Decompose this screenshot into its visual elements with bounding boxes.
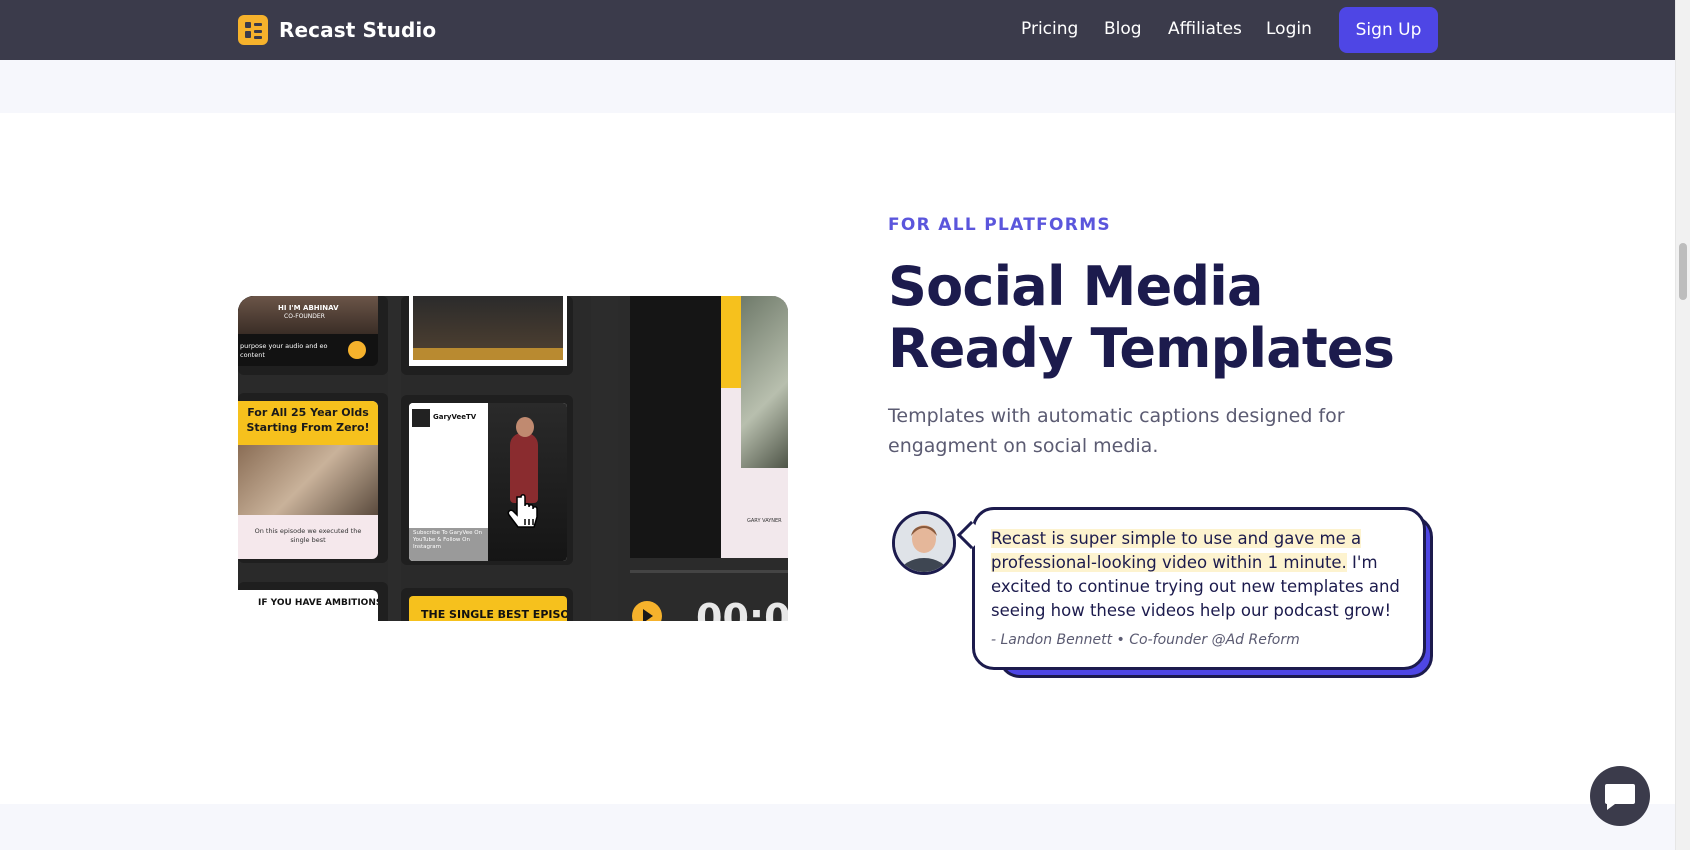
play-icon: [632, 601, 662, 621]
page-scrollbar-thumb[interactable]: [1679, 243, 1687, 300]
page-scrollbar[interactable]: [1675, 0, 1690, 850]
testimonial-quote: Recast is super simple to use and gave m…: [991, 527, 1411, 623]
signature-text: GARY VAYNER: [747, 518, 782, 524]
brand-name: Recast Studio: [279, 18, 437, 42]
nav-link-login[interactable]: Login: [1266, 19, 1312, 39]
top-navbar: Recast Studio Pricing Blog Affiliates Lo…: [0, 0, 1675, 60]
card-title: For All 25 Year Olds Starting From Zero!: [246, 406, 370, 434]
section-title: Social Media Ready Templates: [888, 255, 1395, 380]
sign-up-button[interactable]: Sign Up: [1339, 7, 1438, 53]
section-description: Templates with automatic captions design…: [888, 405, 1345, 457]
section-divider-bottom: [0, 804, 1675, 850]
card-title: THE SINGLE BEST EPISODE: [421, 608, 567, 621]
card-caption: purpose your audio and eo content: [240, 342, 328, 359]
card-caption: Subscribe To GaryVee On YouTube & Follow…: [413, 530, 483, 550]
templates-preview-image: HI I'M ABHINAV CO-FOUNDER purpose your a…: [238, 296, 788, 621]
chat-launcher-button[interactable]: [1590, 766, 1650, 826]
brand-badge-icon: [348, 341, 366, 359]
nav-link-pricing[interactable]: Pricing: [1021, 19, 1078, 39]
card-caption: CO-FOUNDER: [284, 313, 325, 320]
recast-logo-icon: [238, 15, 268, 45]
testimonial-attribution: - Landon Bennett • Co-founder @Ad Reform: [991, 632, 1300, 648]
chat-bubble-icon: [1605, 784, 1635, 810]
hand-pointer-icon: [507, 494, 538, 528]
card-title: IF YOU HAVE AMBITIONS,: [258, 598, 378, 608]
card-caption: HI I'M ABHINAV: [278, 304, 339, 312]
card-caption: On this episode we executed the single b…: [254, 527, 362, 544]
template-column-left: HI I'M ABHINAV CO-FOUNDER purpose your a…: [238, 296, 388, 621]
section-eyebrow: FOR ALL PLATFORMS: [888, 215, 1111, 235]
nav-link-blog[interactable]: Blog: [1104, 19, 1142, 39]
section-divider-top: [0, 60, 1675, 113]
nav-link-affiliates[interactable]: Affiliates: [1168, 19, 1242, 39]
timer-display: 00:00: [696, 596, 788, 621]
quote-highlight: Recast is super simple to use and gave m…: [991, 529, 1362, 572]
template-column-middle: GaryVeeTV Subscribe To GaryVee On YouTub…: [401, 296, 759, 621]
avatar: [892, 511, 956, 575]
person-avatar-icon: [895, 514, 953, 572]
channel-handle: GaryVeeTV: [433, 413, 477, 421]
brand-logo-link[interactable]: Recast Studio: [238, 15, 436, 45]
video-preview-panel: GARY VAYNER 00:00: [618, 296, 788, 621]
